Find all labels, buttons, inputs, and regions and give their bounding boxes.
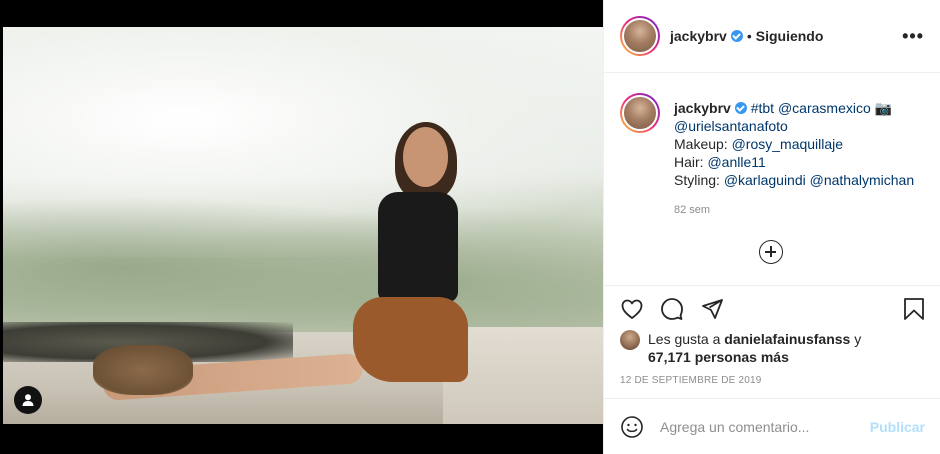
paper-plane-icon[interactable] xyxy=(700,297,724,321)
liker-avatar[interactable] xyxy=(620,330,640,350)
styling-tags[interactable]: @karlaguindi @nathalymichan xyxy=(724,172,914,188)
liker-username[interactable]: danielafainusfanss xyxy=(724,331,850,347)
action-bar xyxy=(604,285,940,332)
verified-badge-icon xyxy=(730,30,743,42)
top-letterbox xyxy=(0,0,603,27)
likes-connector: y xyxy=(850,331,862,347)
separator-dot: • xyxy=(746,28,752,44)
caption-text: jackybrv #tbt @carasmexico 📷 @urielsanta… xyxy=(674,99,914,285)
likes-summary: Les gusta a danielafainusfanss y 67,171 … xyxy=(620,330,861,366)
comment-box: Agrega un comentario... Publicar xyxy=(604,398,940,454)
hair-tag[interactable]: @anlle11 xyxy=(707,154,765,170)
makeup-label: Makeup: xyxy=(674,136,732,152)
bookmark-icon[interactable] xyxy=(903,297,925,321)
model-figure xyxy=(333,122,493,392)
makeup-tag[interactable]: @rosy_maquillaje xyxy=(732,136,843,152)
photographer-tag[interactable]: @urielsantanafoto xyxy=(674,118,788,134)
following-button[interactable]: Siguiendo xyxy=(756,28,824,44)
post-image[interactable] xyxy=(3,27,603,424)
post-date[interactable]: 12 DE SEPTIEMBRE DE 2019 xyxy=(620,375,762,386)
post-modal: jackybrv • Siguiendo ••• jackybrv #tbt @… xyxy=(0,0,940,454)
styling-label: Styling: xyxy=(674,172,724,188)
likes-count[interactable]: 67,171 personas más xyxy=(648,349,789,365)
comment-input[interactable]: Agrega un comentario... xyxy=(660,419,809,435)
post-age[interactable]: 82 sem xyxy=(674,201,914,219)
comment-bubble-icon[interactable] xyxy=(660,297,684,321)
smiley-icon[interactable] xyxy=(620,415,644,439)
post-header: jackybrv • Siguiendo ••• xyxy=(604,0,940,73)
plus-circle-icon[interactable] xyxy=(759,240,783,264)
camera-icon: 📷 xyxy=(874,100,893,116)
person-tag-icon[interactable] xyxy=(14,386,42,414)
bottom-letterbox xyxy=(0,424,603,454)
caption-avatar[interactable] xyxy=(620,93,660,133)
verified-badge-icon xyxy=(734,102,747,114)
caption-tags[interactable]: #tbt @carasmexico xyxy=(751,100,871,116)
more-options-icon[interactable]: ••• xyxy=(902,26,924,47)
header-username[interactable]: jackybrv xyxy=(670,28,727,44)
post-side-panel: jackybrv • Siguiendo ••• jackybrv #tbt @… xyxy=(603,0,940,454)
caption-username[interactable]: jackybrv xyxy=(674,100,731,116)
hair-label: Hair: xyxy=(674,154,708,170)
publish-button[interactable]: Publicar xyxy=(870,419,925,435)
heart-icon[interactable] xyxy=(620,297,644,321)
likes-prefix: Les gusta a xyxy=(648,331,725,347)
avatar[interactable] xyxy=(620,16,660,56)
